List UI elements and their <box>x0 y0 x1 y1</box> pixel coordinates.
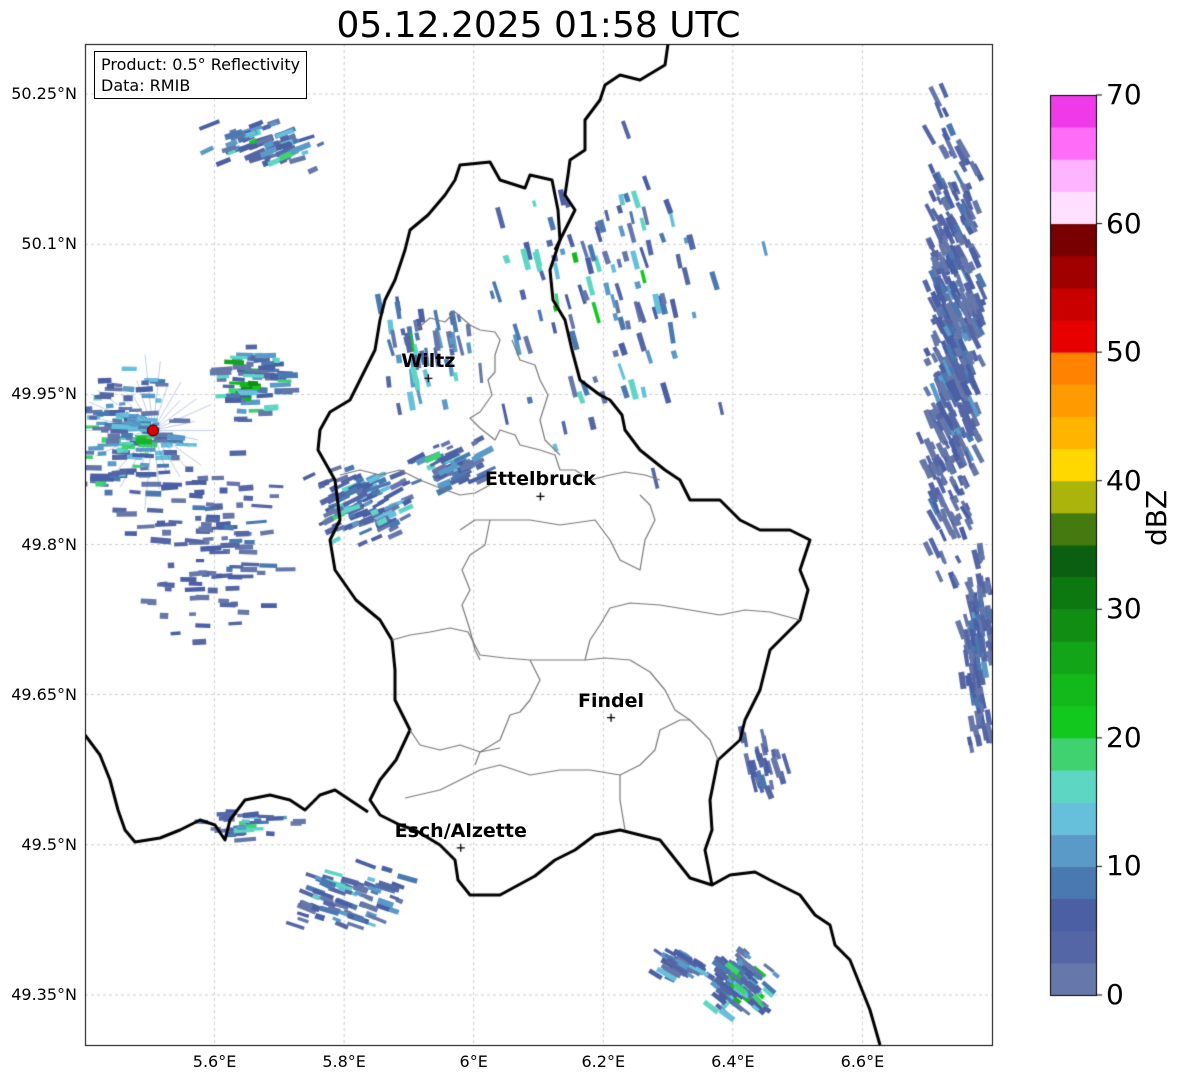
colorbar-tick-label: 30 <box>1106 592 1142 626</box>
colorbar-tick-label: 40 <box>1106 463 1142 497</box>
lon-tick-label: 5.6°E <box>192 1052 237 1071</box>
city-label: Ettelbruck <box>484 468 596 491</box>
colorbar-label: dBZ <box>1140 489 1173 546</box>
lon-tick-label: 6.2°E <box>581 1052 626 1071</box>
city-label: Esch/Alzette <box>394 819 527 842</box>
lon-tick-label: 6°E <box>459 1052 488 1071</box>
lat-tick-label: 50.25°N <box>11 84 77 104</box>
colorbar-tick-label: 50 <box>1106 335 1142 369</box>
map-title: 05.12.2025 01:58 UTC <box>336 5 741 46</box>
city-label: Findel <box>578 689 645 712</box>
lat-tick-label: 49.8°N <box>21 534 77 554</box>
city-label: Wiltz <box>401 350 456 373</box>
radar-map-canvas <box>0 0 1184 1081</box>
lat-tick-label: 49.95°N <box>11 384 77 404</box>
colorbar-tick-label: 20 <box>1106 720 1142 754</box>
colorbar-tick-label: 60 <box>1106 206 1142 240</box>
lat-tick-label: 49.35°N <box>11 984 77 1004</box>
colorbar-tick-label: 0 <box>1106 978 1124 1011</box>
lat-tick-label: 49.65°N <box>11 684 77 704</box>
colorbar-tick-label: 10 <box>1106 849 1142 883</box>
lon-tick-label: 5.8°E <box>322 1052 366 1071</box>
lat-tick-label: 49.5°N <box>21 834 77 854</box>
lon-tick-label: 6.6°E <box>840 1052 885 1071</box>
data-source-label: Data: RMIB <box>101 76 191 95</box>
colorbar-tick-label: 70 <box>1106 78 1142 111</box>
product-label: Product: 0.5° Reflectivity <box>101 55 301 74</box>
lon-tick-label: 6.4°E <box>711 1052 755 1071</box>
product-info-box: Product: 0.5° Reflectivity Data: RMIB <box>94 51 308 99</box>
lat-tick-label: 50.1°N <box>21 234 77 254</box>
